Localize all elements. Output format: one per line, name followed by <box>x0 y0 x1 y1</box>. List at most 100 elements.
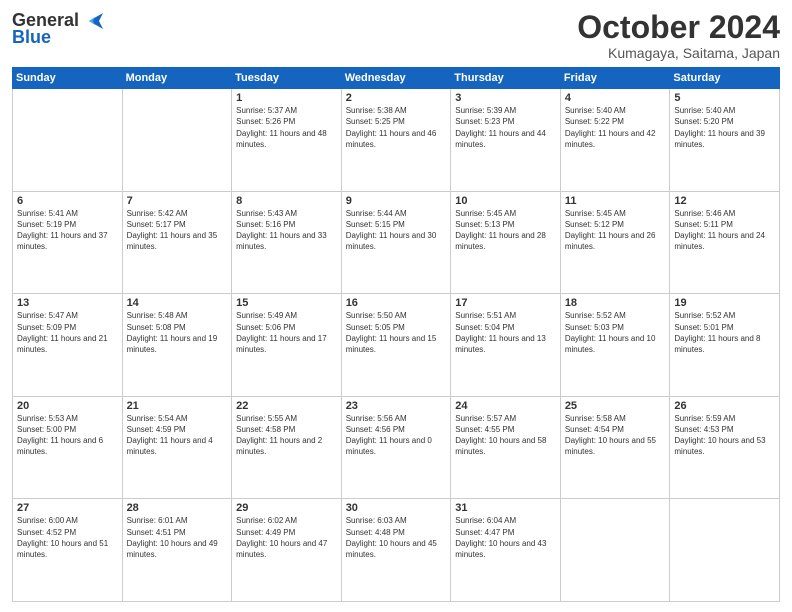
calendar-day-cell: 27 Sunrise: 6:00 AMSunset: 4:52 PMDaylig… <box>13 499 123 602</box>
day-detail: Sunrise: 5:55 AMSunset: 4:58 PMDaylight:… <box>236 413 337 458</box>
day-detail: Sunrise: 5:44 AMSunset: 5:15 PMDaylight:… <box>346 208 447 253</box>
header-sunday: Sunday <box>13 68 123 89</box>
calendar-day-cell: 16 Sunrise: 5:50 AMSunset: 5:05 PMDaylig… <box>341 294 451 397</box>
day-number: 4 <box>565 92 666 104</box>
day-number: 22 <box>236 400 337 412</box>
day-detail: Sunrise: 5:39 AMSunset: 5:23 PMDaylight:… <box>455 105 556 150</box>
calendar-day-cell: 1 Sunrise: 5:37 AMSunset: 5:26 PMDayligh… <box>232 89 342 192</box>
day-detail: Sunrise: 6:03 AMSunset: 4:48 PMDaylight:… <box>346 515 447 560</box>
day-number: 15 <box>236 297 337 309</box>
header-thursday: Thursday <box>451 68 561 89</box>
day-number: 29 <box>236 502 337 514</box>
day-number: 8 <box>236 195 337 207</box>
day-detail: Sunrise: 5:40 AMSunset: 5:20 PMDaylight:… <box>674 105 775 150</box>
day-detail: Sunrise: 5:53 AMSunset: 5:00 PMDaylight:… <box>17 413 118 458</box>
calendar-day-cell: 7 Sunrise: 5:42 AMSunset: 5:17 PMDayligh… <box>122 191 232 294</box>
day-detail: Sunrise: 6:01 AMSunset: 4:51 PMDaylight:… <box>127 515 228 560</box>
day-number: 5 <box>674 92 775 104</box>
calendar-day-cell: 18 Sunrise: 5:52 AMSunset: 5:03 PMDaylig… <box>560 294 670 397</box>
calendar-day-cell: 17 Sunrise: 5:51 AMSunset: 5:04 PMDaylig… <box>451 294 561 397</box>
calendar-day-cell: 10 Sunrise: 5:45 AMSunset: 5:13 PMDaylig… <box>451 191 561 294</box>
day-number: 10 <box>455 195 556 207</box>
title-section: October 2024 Kumagaya, Saitama, Japan <box>577 10 780 61</box>
calendar-day-cell: 8 Sunrise: 5:43 AMSunset: 5:16 PMDayligh… <box>232 191 342 294</box>
calendar-week-row: 27 Sunrise: 6:00 AMSunset: 4:52 PMDaylig… <box>13 499 780 602</box>
day-detail: Sunrise: 5:47 AMSunset: 5:09 PMDaylight:… <box>17 310 118 355</box>
day-detail: Sunrise: 5:51 AMSunset: 5:04 PMDaylight:… <box>455 310 556 355</box>
calendar-day-cell: 4 Sunrise: 5:40 AMSunset: 5:22 PMDayligh… <box>560 89 670 192</box>
day-number: 1 <box>236 92 337 104</box>
day-number: 3 <box>455 92 556 104</box>
day-number: 27 <box>17 502 118 514</box>
day-number: 13 <box>17 297 118 309</box>
day-number: 6 <box>17 195 118 207</box>
calendar-day-cell: 25 Sunrise: 5:58 AMSunset: 4:54 PMDaylig… <box>560 396 670 499</box>
calendar-page: General Blue October 2024 Kumagaya, Sait… <box>0 0 792 612</box>
calendar-day-cell: 22 Sunrise: 5:55 AMSunset: 4:58 PMDaylig… <box>232 396 342 499</box>
day-number: 19 <box>674 297 775 309</box>
day-detail: Sunrise: 5:38 AMSunset: 5:25 PMDaylight:… <box>346 105 447 150</box>
day-detail: Sunrise: 5:45 AMSunset: 5:13 PMDaylight:… <box>455 208 556 253</box>
day-number: 7 <box>127 195 228 207</box>
day-detail: Sunrise: 5:54 AMSunset: 4:59 PMDaylight:… <box>127 413 228 458</box>
header-friday: Friday <box>560 68 670 89</box>
calendar-day-cell: 21 Sunrise: 5:54 AMSunset: 4:59 PMDaylig… <box>122 396 232 499</box>
day-number: 30 <box>346 502 447 514</box>
day-detail: Sunrise: 5:46 AMSunset: 5:11 PMDaylight:… <box>674 208 775 253</box>
calendar-day-cell: 14 Sunrise: 5:48 AMSunset: 5:08 PMDaylig… <box>122 294 232 397</box>
day-number: 11 <box>565 195 666 207</box>
calendar-day-cell: 29 Sunrise: 6:02 AMSunset: 4:49 PMDaylig… <box>232 499 342 602</box>
day-detail: Sunrise: 6:04 AMSunset: 4:47 PMDaylight:… <box>455 515 556 560</box>
calendar-day-cell: 9 Sunrise: 5:44 AMSunset: 5:15 PMDayligh… <box>341 191 451 294</box>
day-detail: Sunrise: 5:59 AMSunset: 4:53 PMDaylight:… <box>674 413 775 458</box>
calendar-day-cell: 3 Sunrise: 5:39 AMSunset: 5:23 PMDayligh… <box>451 89 561 192</box>
day-number: 25 <box>565 400 666 412</box>
day-detail: Sunrise: 5:58 AMSunset: 4:54 PMDaylight:… <box>565 413 666 458</box>
month-title: October 2024 <box>577 10 780 45</box>
calendar-day-cell: 26 Sunrise: 5:59 AMSunset: 4:53 PMDaylig… <box>670 396 780 499</box>
day-detail: Sunrise: 5:37 AMSunset: 5:26 PMDaylight:… <box>236 105 337 150</box>
calendar-day-cell: 31 Sunrise: 6:04 AMSunset: 4:47 PMDaylig… <box>451 499 561 602</box>
day-number: 16 <box>346 297 447 309</box>
calendar-day-cell: 19 Sunrise: 5:52 AMSunset: 5:01 PMDaylig… <box>670 294 780 397</box>
day-number: 14 <box>127 297 228 309</box>
day-detail: Sunrise: 6:02 AMSunset: 4:49 PMDaylight:… <box>236 515 337 560</box>
calendar-week-row: 13 Sunrise: 5:47 AMSunset: 5:09 PMDaylig… <box>13 294 780 397</box>
day-number: 20 <box>17 400 118 412</box>
day-number: 26 <box>674 400 775 412</box>
day-number: 21 <box>127 400 228 412</box>
calendar-day-cell: 5 Sunrise: 5:40 AMSunset: 5:20 PMDayligh… <box>670 89 780 192</box>
weekday-header-row: Sunday Monday Tuesday Wednesday Thursday… <box>13 68 780 89</box>
day-number: 9 <box>346 195 447 207</box>
header: General Blue October 2024 Kumagaya, Sait… <box>12 10 780 61</box>
day-detail: Sunrise: 5:57 AMSunset: 4:55 PMDaylight:… <box>455 413 556 458</box>
calendar-day-cell <box>560 499 670 602</box>
calendar-day-cell: 24 Sunrise: 5:57 AMSunset: 4:55 PMDaylig… <box>451 396 561 499</box>
calendar-day-cell <box>13 89 123 192</box>
day-number: 31 <box>455 502 556 514</box>
day-detail: Sunrise: 5:56 AMSunset: 4:56 PMDaylight:… <box>346 413 447 458</box>
calendar-day-cell: 28 Sunrise: 6:01 AMSunset: 4:51 PMDaylig… <box>122 499 232 602</box>
day-detail: Sunrise: 5:41 AMSunset: 5:19 PMDaylight:… <box>17 208 118 253</box>
header-wednesday: Wednesday <box>341 68 451 89</box>
calendar-week-row: 1 Sunrise: 5:37 AMSunset: 5:26 PMDayligh… <box>13 89 780 192</box>
day-number: 18 <box>565 297 666 309</box>
header-saturday: Saturday <box>670 68 780 89</box>
day-detail: Sunrise: 6:00 AMSunset: 4:52 PMDaylight:… <box>17 515 118 560</box>
calendar-table: Sunday Monday Tuesday Wednesday Thursday… <box>12 67 780 602</box>
logo-blue: Blue <box>12 27 51 48</box>
day-number: 17 <box>455 297 556 309</box>
day-detail: Sunrise: 5:42 AMSunset: 5:17 PMDaylight:… <box>127 208 228 253</box>
header-monday: Monday <box>122 68 232 89</box>
day-detail: Sunrise: 5:45 AMSunset: 5:12 PMDaylight:… <box>565 208 666 253</box>
calendar-day-cell: 23 Sunrise: 5:56 AMSunset: 4:56 PMDaylig… <box>341 396 451 499</box>
calendar-day-cell: 20 Sunrise: 5:53 AMSunset: 5:00 PMDaylig… <box>13 396 123 499</box>
calendar-day-cell: 2 Sunrise: 5:38 AMSunset: 5:25 PMDayligh… <box>341 89 451 192</box>
calendar-day-cell: 6 Sunrise: 5:41 AMSunset: 5:19 PMDayligh… <box>13 191 123 294</box>
day-detail: Sunrise: 5:49 AMSunset: 5:06 PMDaylight:… <box>236 310 337 355</box>
day-number: 24 <box>455 400 556 412</box>
logo-bird-icon <box>81 13 103 29</box>
day-number: 12 <box>674 195 775 207</box>
calendar-day-cell: 12 Sunrise: 5:46 AMSunset: 5:11 PMDaylig… <box>670 191 780 294</box>
day-detail: Sunrise: 5:50 AMSunset: 5:05 PMDaylight:… <box>346 310 447 355</box>
